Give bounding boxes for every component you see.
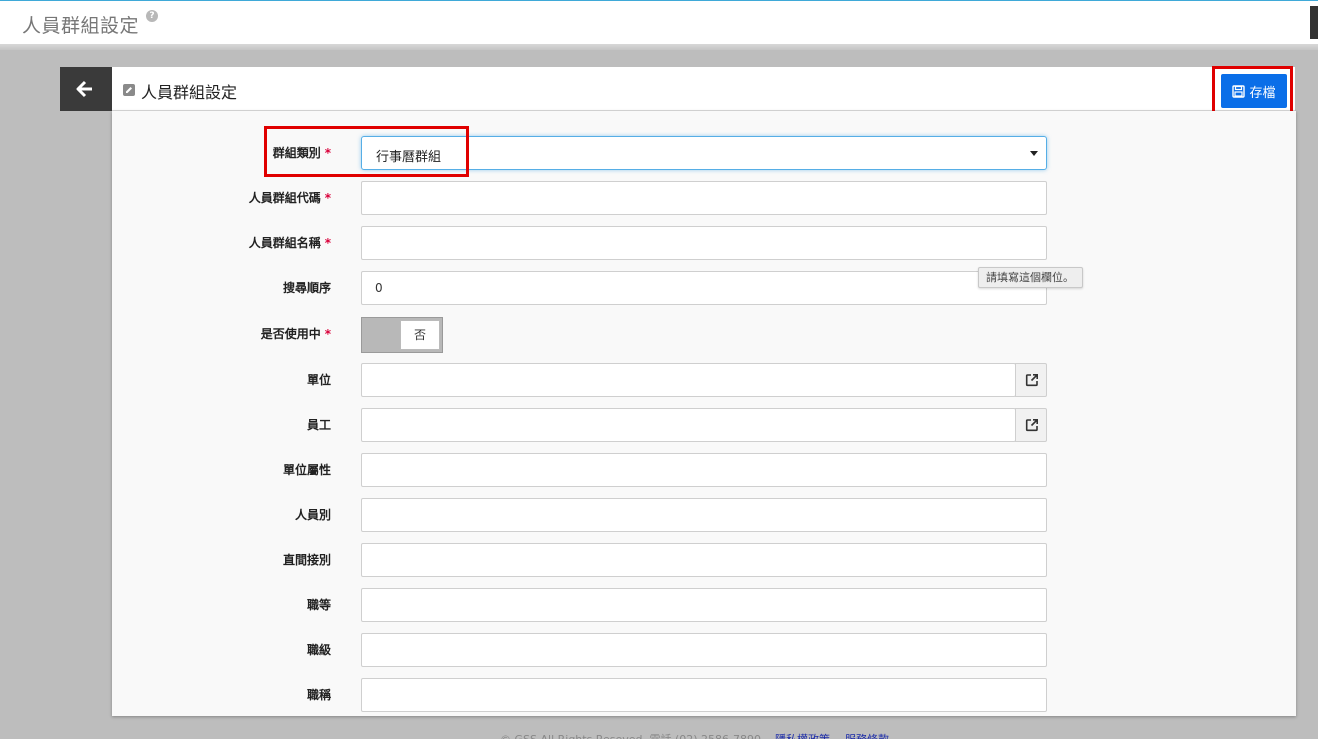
caret-down-icon — [1030, 151, 1038, 156]
job-grade-input[interactable] — [361, 588, 1047, 622]
privacy-link[interactable]: 隱私權政策 — [775, 731, 830, 739]
row-job-title: 職稱 — [112, 678, 1296, 712]
row-unit: 單位 — [112, 363, 1296, 397]
arrow-left-icon — [76, 80, 92, 98]
row-group-name: 人員群組名稱 * — [112, 226, 1296, 260]
unit-attribute-label: 單位屬性 — [282, 463, 331, 477]
footer-copyright: © GSS All Rights Reseved. 電話 (02) 2586-7… — [500, 731, 761, 739]
is-active-label: 是否使用中 * — [260, 327, 331, 341]
page-title: 人員群組設定 — [22, 15, 140, 37]
row-job-level: 職級 — [112, 633, 1296, 667]
external-link-icon — [1025, 419, 1038, 432]
search-order-label: 搜尋順序 — [282, 281, 331, 295]
employee-lookup-button[interactable] — [1015, 408, 1047, 442]
person-type-label: 人員別 — [294, 508, 331, 522]
footer: © GSS All Rights Reseved. 電話 (02) 2586-7… — [0, 727, 1318, 739]
unit-attribute-input[interactable] — [361, 453, 1047, 487]
save-button[interactable]: 存檔 — [1221, 74, 1287, 108]
scroll-edge — [1310, 6, 1318, 39]
external-link-icon — [1025, 374, 1038, 387]
form-title: 人員群組設定 — [141, 83, 238, 102]
is-active-toggle[interactable]: 否 — [361, 317, 443, 353]
row-search-order: 搜尋順序 — [112, 271, 1296, 305]
back-button[interactable] — [60, 67, 112, 111]
unit-label: 單位 — [306, 373, 331, 387]
row-person-type: 人員別 — [112, 498, 1296, 532]
direct-indirect-label: 直間接別 — [282, 553, 331, 567]
row-job-grade: 職等 — [112, 588, 1296, 622]
pencil-icon — [123, 84, 135, 96]
group-name-input[interactable] — [361, 226, 1047, 260]
divider — [0, 44, 1318, 50]
employee-label: 員工 — [306, 418, 331, 432]
terms-link[interactable]: 服務條款 — [845, 731, 889, 739]
job-title-label: 職稱 — [306, 688, 331, 702]
row-unit-attribute: 單位屬性 — [112, 453, 1296, 487]
floppy-disk-icon — [1232, 84, 1246, 98]
row-is-active: 是否使用中 * 否 — [112, 317, 1296, 353]
form-panel: 群組類別* 行事曆群組 人員群組代碼* 人員群組名稱* 搜尋順序 是否使用中* … — [112, 111, 1296, 716]
row-employee: 員工 — [112, 408, 1296, 442]
job-level-label: 職級 — [306, 643, 331, 657]
employee-input[interactable] — [361, 408, 1016, 442]
group-name-label: 人員群組名稱 * — [248, 236, 331, 250]
job-grade-label: 職等 — [306, 598, 331, 612]
group-code-label: 人員群組代碼 * — [248, 191, 331, 205]
group-code-input[interactable] — [361, 181, 1047, 215]
toggle-knob: 否 — [400, 320, 440, 350]
job-level-input[interactable] — [361, 633, 1047, 667]
question-circle-icon[interactable]: ? — [146, 10, 158, 22]
unit-input[interactable] — [361, 363, 1016, 397]
validation-tooltip: 請填寫這個欄位。 — [978, 267, 1083, 288]
form-header: 人員群組設定 — [60, 67, 1295, 111]
group-type-highlight-box — [264, 126, 469, 177]
direct-indirect-input[interactable] — [361, 543, 1047, 577]
row-group-code: 人員群組代碼 * — [112, 181, 1296, 215]
top-bar: 人員群組設定 ? — [0, 0, 1318, 44]
save-button-label: 存檔 — [1249, 85, 1276, 101]
search-order-input[interactable] — [361, 271, 1047, 305]
person-type-input[interactable] — [361, 498, 1047, 532]
job-title-input[interactable] — [361, 678, 1047, 712]
unit-lookup-button[interactable] — [1015, 363, 1047, 397]
row-direct-indirect: 直間接別 — [112, 543, 1296, 577]
